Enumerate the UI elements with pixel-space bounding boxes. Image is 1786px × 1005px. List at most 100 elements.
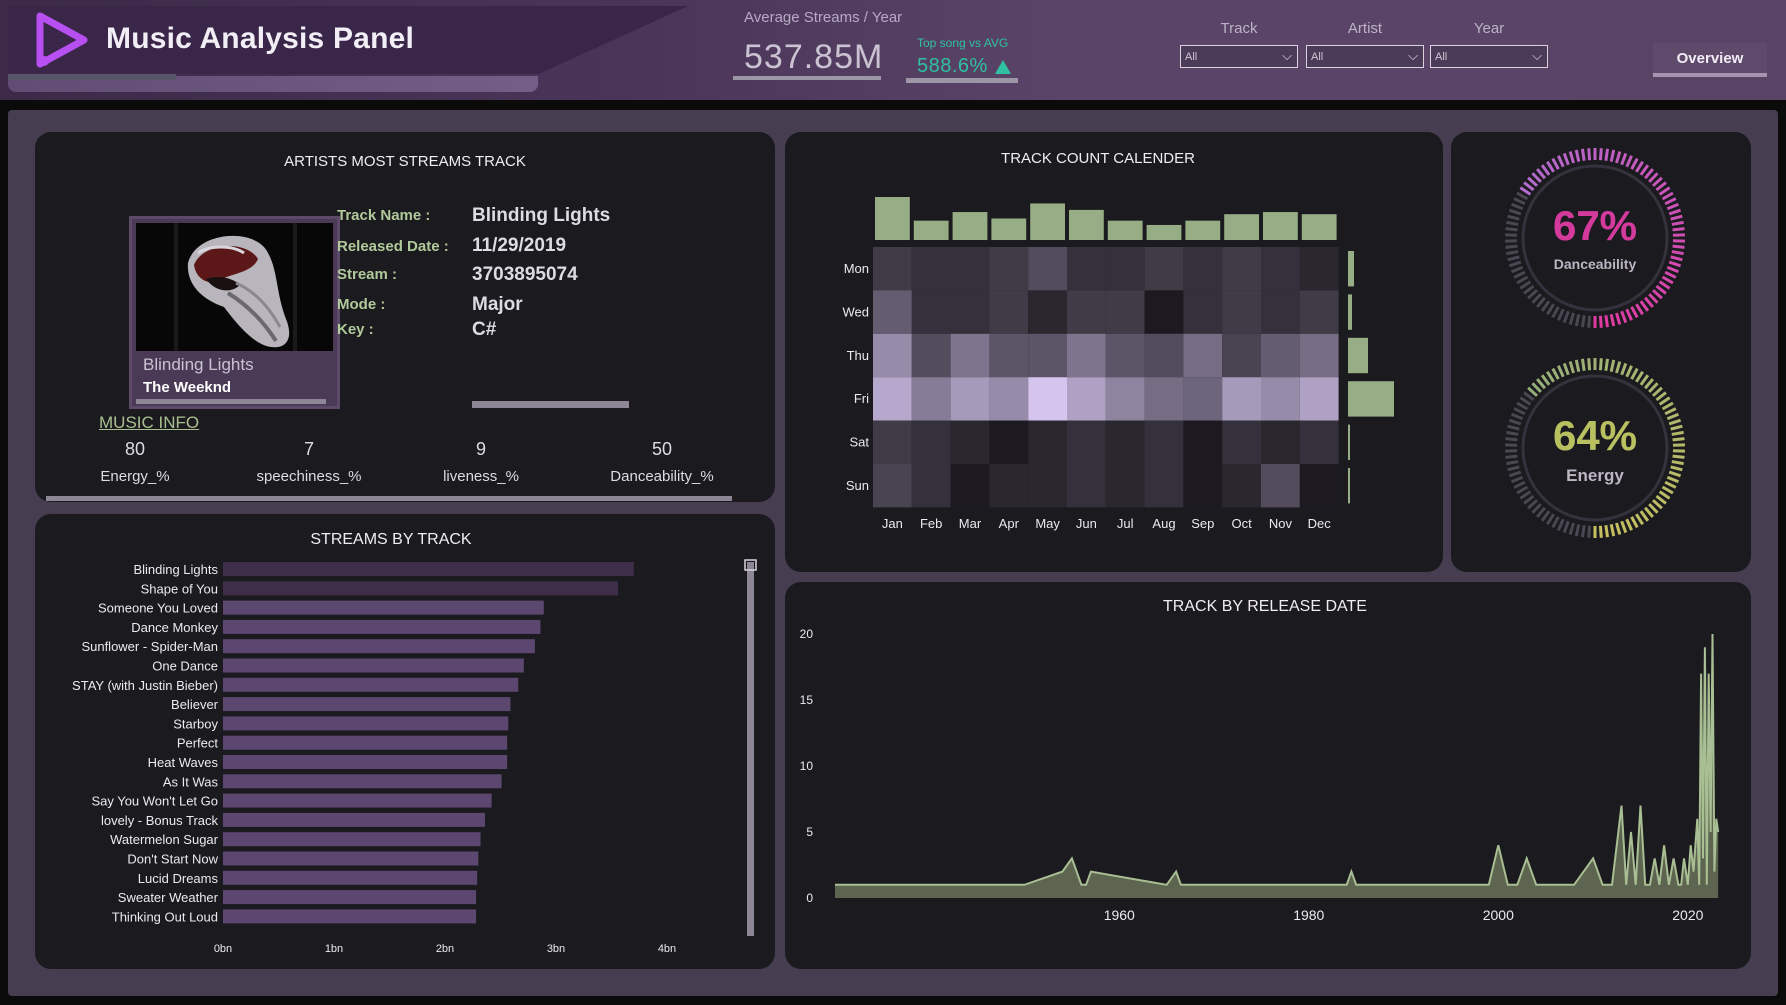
gauge-tick: [1609, 313, 1616, 327]
heatmap-cell: [1105, 464, 1145, 508]
x-tick-label: 3bn: [547, 943, 565, 955]
heatmap-cell: [1299, 247, 1339, 291]
streams-bar-chart: STREAMS BY TRACK Blinding Lights Shape of …: [72, 531, 757, 955]
album-cover-tile[interactable]: Blinding Lights The Weeknd: [129, 216, 340, 409]
gauge-tick: [1604, 358, 1610, 371]
heatmap-cell: [1144, 247, 1184, 291]
dropdown-value: All: [1185, 51, 1198, 63]
slicer-label: Artist: [1347, 20, 1383, 37]
heatmap-cell: [1183, 377, 1223, 421]
bar-category-label: Sweater Weather: [118, 890, 219, 905]
heatmap-cell: [1183, 333, 1223, 378]
gauge-tick: [1672, 244, 1685, 249]
heatmap-cell: [950, 420, 990, 464]
gauge-tick: [1587, 315, 1592, 328]
chevron-down-icon: ⌵: [1532, 48, 1542, 63]
heatmap-cell: [1183, 247, 1223, 291]
gauge-tick: [1639, 300, 1650, 312]
y-tick-label: 15: [800, 693, 814, 707]
gauge-tick: [1639, 164, 1650, 176]
released-label: Released Date :: [337, 238, 449, 255]
gauge-tick: [1508, 418, 1522, 426]
mode-label: Mode :: [337, 296, 386, 313]
gauge-tick: [1574, 359, 1581, 373]
heatmap-cell: [873, 333, 912, 378]
gauge-tick: [1527, 289, 1539, 300]
metric-label: Energy_%: [100, 468, 170, 485]
row-label: Sun: [846, 478, 869, 493]
gauge-tick: [1557, 365, 1565, 378]
gauge-tick: [1551, 516, 1560, 529]
stream-bar: [223, 697, 511, 712]
column-total-bar: [991, 218, 1027, 240]
x-tick-label: 1bn: [325, 943, 343, 955]
gauge-tick: [1540, 300, 1551, 312]
bar-category-label: lovely - Bonus Track: [101, 813, 219, 828]
gauge-tick: [1648, 382, 1659, 393]
overview-button[interactable]: Overview: [1653, 43, 1767, 77]
gauge-tick: [1666, 202, 1680, 211]
gauge-tick: [1630, 367, 1639, 380]
year-dropdown[interactable]: All ⌵: [1430, 45, 1548, 68]
x-tick-label: 0bn: [214, 943, 232, 955]
mode-value: Major: [472, 294, 523, 315]
gauge-tick: [1598, 525, 1603, 538]
heatmap-cell: [950, 290, 990, 334]
gauge-tick: [1551, 157, 1560, 170]
stream-bar: [223, 870, 478, 885]
gauge-tick: [1625, 308, 1633, 321]
heatmap-cell: [911, 377, 951, 421]
vertical-scrollbar[interactable]: [747, 562, 754, 936]
heatmap-cell: [1261, 290, 1300, 334]
chart-title: STREAMS BY TRACK: [310, 531, 472, 548]
y-tick-label: 10: [800, 759, 814, 773]
slicer-artist: Artist All ⌵: [1306, 20, 1424, 68]
heatmap-cell: [1222, 377, 1261, 421]
kpi-value: 537.85M: [744, 38, 884, 76]
artist-dropdown[interactable]: All ⌵: [1306, 45, 1424, 68]
gauge-tick: [1516, 275, 1529, 285]
track-dropdown[interactable]: All ⌵: [1180, 45, 1298, 68]
gauge-tick: [1546, 160, 1555, 173]
gauge-tick: [1513, 197, 1526, 206]
artist-top-track-card: ARTISTS MOST STREAMS TRACK Blinding Ligh…: [35, 132, 775, 502]
heatmap-cell: [1183, 420, 1223, 464]
gauge-tick: [1513, 270, 1526, 279]
heatmap-cell: [1261, 247, 1300, 291]
gauge-tick: [1635, 513, 1644, 526]
chevron-down-icon: ⌵: [1408, 48, 1418, 63]
gauge-tick: [1505, 454, 1518, 459]
kpi-sub-label: Top song vs AVG: [917, 36, 1009, 50]
album-artist-name: The Weeknd: [143, 379, 232, 396]
gauge-tick: [1661, 275, 1674, 285]
row-total-bar: [1348, 337, 1368, 374]
gauge-tick: [1615, 522, 1622, 535]
gauge-tick: [1557, 308, 1565, 321]
release-area-chart: TRACK BY RELEASE DATE 0 5 10 15 20 1960 1980 200…: [800, 598, 1720, 923]
row-label: Thu: [847, 348, 869, 363]
metric-value: 7: [303, 439, 314, 459]
gauge-tick: [1506, 460, 1519, 466]
music-info-link[interactable]: MUSIC INFO: [99, 413, 199, 433]
released-value: 11/29/2019: [472, 235, 567, 256]
horizontal-scrollbar[interactable]: [46, 496, 732, 501]
metric-label: Danceability_%: [610, 468, 714, 485]
heatmap-cell: [989, 464, 1029, 508]
gauge-tick: [1536, 168, 1547, 180]
gauge-tick: [1643, 506, 1654, 518]
gauge-tick: [1505, 227, 1518, 232]
metric-energy: 80 Energy_%: [65, 439, 205, 485]
kpi-sub-underline: [906, 78, 1018, 83]
stream-bar: [223, 890, 477, 905]
gauge-tick: [1655, 284, 1667, 295]
heatmap-cell: [1222, 464, 1261, 508]
column-total-bar: [952, 212, 988, 240]
gauge-tick: [1546, 370, 1555, 383]
gauge-value: 67%: [1552, 202, 1638, 249]
card-title: ARTISTS MOST STREAMS TRACK: [284, 153, 526, 170]
gauge-tick: [1519, 490, 1532, 500]
gauge-tick: [1580, 315, 1586, 328]
gauge-tick: [1630, 157, 1639, 170]
info-divider-bar: [472, 401, 629, 408]
heatmap-cell: [873, 290, 912, 334]
